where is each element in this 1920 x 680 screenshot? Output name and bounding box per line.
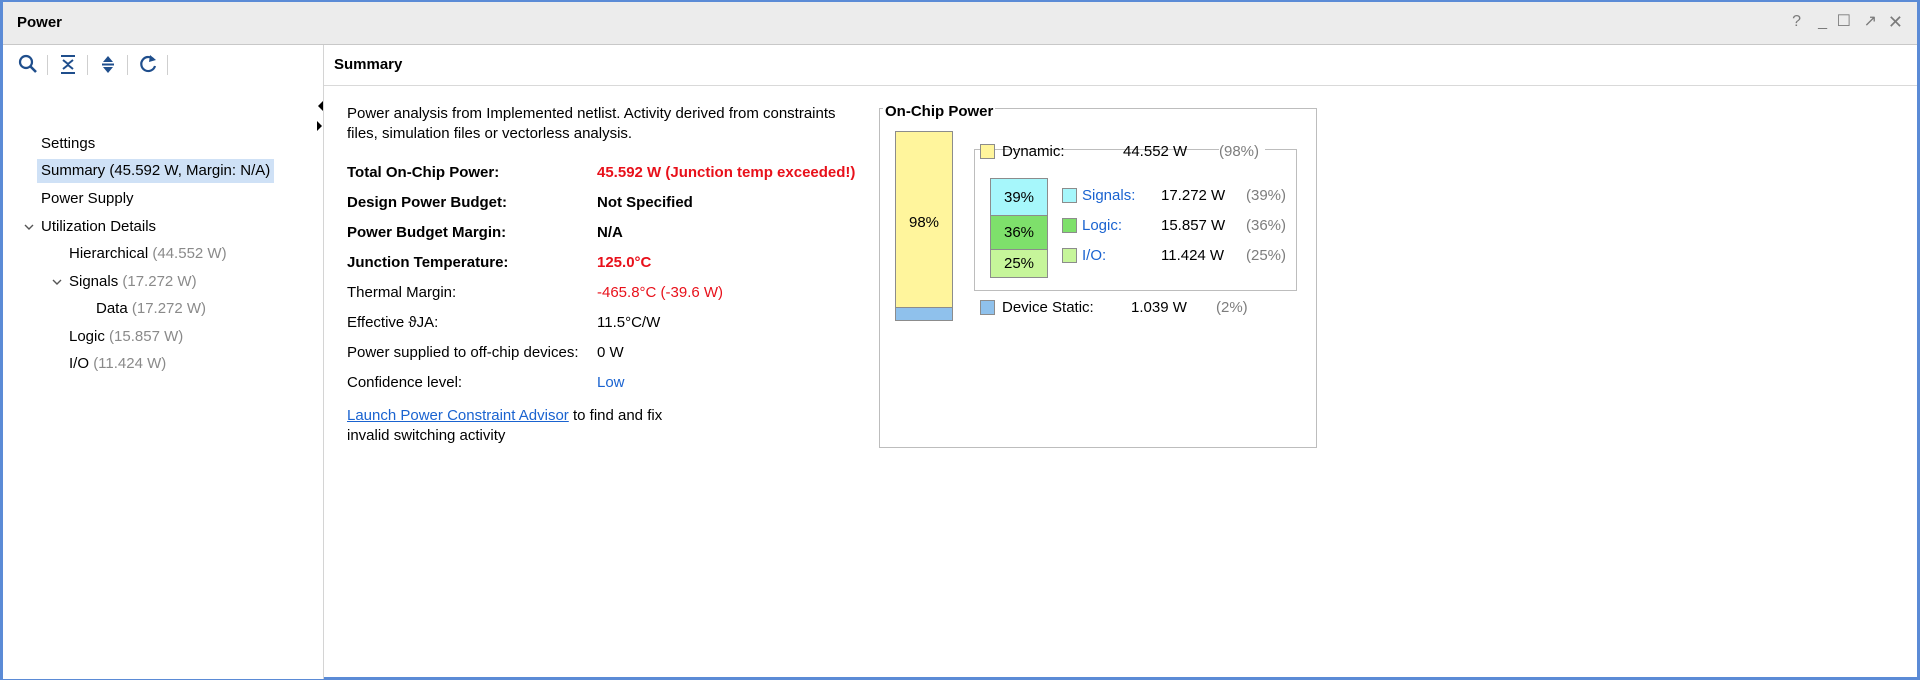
tree-item-data[interactable]: Data (17.272 W) <box>96 297 206 321</box>
power-window: Power ? _ ☐ ↗ ✕ Settings Summary (45.592… <box>0 0 1920 680</box>
value-confidence-level[interactable]: Low <box>597 372 625 394</box>
dynamic-watts: 44.552 W <box>1123 143 1188 160</box>
value-offchip-power: 0 W <box>597 344 624 361</box>
signals-label[interactable]: Signals: <box>1082 186 1135 206</box>
collapse-all-icon[interactable] <box>55 51 81 77</box>
signals-bar-segment: 39% <box>991 179 1047 216</box>
tree-item-value: (17.272 W) <box>122 273 197 290</box>
value-junction-temp: 125.0°C <box>597 254 652 271</box>
window-title: Power <box>17 14 63 31</box>
logic-swatch <box>1062 218 1077 233</box>
toolbar-separator <box>87 55 88 75</box>
advisor-line: Launch Power Constraint Advisor to find … <box>347 406 662 426</box>
tree-item-label: Hierarchical <box>69 245 149 262</box>
label-effective-theta-ja: Effective ϑJA: <box>347 314 439 331</box>
logic-bar-segment: 36% <box>991 216 1047 250</box>
io-label[interactable]: I/O: <box>1082 246 1106 266</box>
label-junction-temp: Junction Temperature: <box>347 254 509 271</box>
tree-item-utilization-details[interactable]: Utilization Details <box>41 215 156 239</box>
toolbar-separator <box>47 55 48 75</box>
dynamic-percent-bar-label: 98% <box>908 214 940 231</box>
value-thermal-margin: -465.8°C (-39.6 W) <box>597 284 724 301</box>
label-budget-margin: Power Budget Margin: <box>347 224 507 241</box>
dynamic-breakdown-bar: 39% 36% 25% <box>990 178 1048 278</box>
summary-title: Summary <box>334 56 403 73</box>
label-thermal-margin: Thermal Margin: <box>347 284 457 301</box>
advisor-text: to find and fix <box>572 407 663 424</box>
tree-item-value: (15.857 W) <box>109 328 184 345</box>
value-effective-theta-ja: 11.5°C/W <box>597 314 661 331</box>
on-chip-power-title: On-Chip Power <box>883 103 996 120</box>
tree-item-value: (44.552 W) <box>152 245 227 262</box>
label-total-power: Total On-Chip Power: <box>347 164 500 181</box>
logic-percent: (36%) <box>1246 217 1287 234</box>
signals-watts: 17.272 W <box>1161 187 1226 204</box>
io-percent: (25%) <box>1246 247 1287 264</box>
launch-power-constraint-advisor-link[interactable]: Launch Power Constraint Advisor <box>347 407 569 424</box>
device-static-watts: 1.039 W <box>1131 299 1187 316</box>
minimize-icon[interactable]: _ <box>1818 13 1827 31</box>
io-swatch <box>1062 248 1077 263</box>
expand-all-icon[interactable] <box>95 51 121 77</box>
io-watts: 11.424 W <box>1161 247 1225 264</box>
maximize-icon[interactable]: ☐ <box>1837 13 1851 31</box>
logic-label[interactable]: Logic: <box>1082 216 1122 236</box>
window-titlebar: Power ? _ ☐ ↗ ✕ <box>3 2 1917 45</box>
tree-item-summary[interactable]: Summary (45.592 W, Margin: N/A) <box>37 159 275 183</box>
dynamic-swatch <box>980 144 995 159</box>
chevron-down-icon[interactable] <box>51 276 63 288</box>
logic-watts: 15.857 W <box>1161 217 1226 234</box>
chevron-down-icon[interactable] <box>23 221 35 233</box>
value-budget-margin: N/A <box>597 224 623 241</box>
advisor-text-line2: invalid switching activity <box>347 427 506 444</box>
io-bar-segment: 25% <box>991 250 1047 277</box>
tree-item-logic[interactable]: Logic (15.857 W) <box>69 325 183 349</box>
tree-item-label: Signals <box>69 273 119 290</box>
search-icon[interactable] <box>15 51 41 77</box>
on-chip-power-panel: On-Chip Power 98% Dynamic: 44.552 W (98%… <box>879 103 1317 448</box>
device-static-label: Device Static: <box>1002 299 1094 316</box>
tree-item-label: Power Supply <box>41 190 134 207</box>
navigation-pane: Settings Summary (45.592 W, Margin: N/A)… <box>3 45 324 679</box>
help-icon[interactable]: ? <box>1792 13 1801 31</box>
signals-percent: (39%) <box>1246 187 1287 204</box>
tree-item-power-supply[interactable]: Power Supply <box>41 187 134 211</box>
device-static-percent: (2%) <box>1216 299 1248 316</box>
close-icon[interactable]: ✕ <box>1888 13 1903 31</box>
tree-item-label: Settings <box>41 135 96 152</box>
summary-header: Summary <box>324 45 1917 86</box>
refresh-icon[interactable] <box>135 51 161 77</box>
tree-item-value: (17.272 W) <box>131 300 207 317</box>
toolbar-separator <box>127 55 128 75</box>
tree-item-signals[interactable]: Signals (17.272 W) <box>69 270 197 294</box>
dynamic-label: Dynamic: <box>1002 143 1065 160</box>
tree-item-settings[interactable]: Settings <box>41 132 95 156</box>
tree-item-label: I/O <box>69 355 90 372</box>
static-power-bar-segment <box>896 307 952 320</box>
dynamic-percent: (98%) <box>1219 142 1266 162</box>
tree-item-label: Summary (45.592 W, Margin: N/A) <box>41 162 271 179</box>
summary-pane: Summary Power analysis from Implemented … <box>324 45 1917 679</box>
analysis-description: Power analysis from Implemented netlist.… <box>347 105 836 142</box>
tree-item-label: Data <box>96 300 128 317</box>
tree-item-value: (11.424 W) <box>93 355 167 372</box>
signals-swatch <box>1062 188 1077 203</box>
device-static-swatch <box>980 300 995 315</box>
float-icon[interactable]: ↗ <box>1864 13 1877 31</box>
label-offchip-power: Power supplied to off-chip devices: <box>347 344 579 361</box>
tree-item-label: Logic <box>69 328 105 345</box>
tree-item-label: Utilization Details <box>41 218 157 235</box>
label-confidence-level: Confidence level: <box>347 374 463 391</box>
tree-item-io[interactable]: I/O (11.424 W) <box>69 352 166 376</box>
total-power-bar: 98% <box>895 131 953 321</box>
toolbar-separator <box>167 55 168 75</box>
value-power-budget: Not Specified <box>597 194 693 211</box>
value-total-power: 45.592 W (Junction temp exceeded!) <box>597 164 856 181</box>
tree-item-hierarchical[interactable]: Hierarchical (44.552 W) <box>69 242 227 266</box>
label-power-budget: Design Power Budget: <box>347 194 508 211</box>
